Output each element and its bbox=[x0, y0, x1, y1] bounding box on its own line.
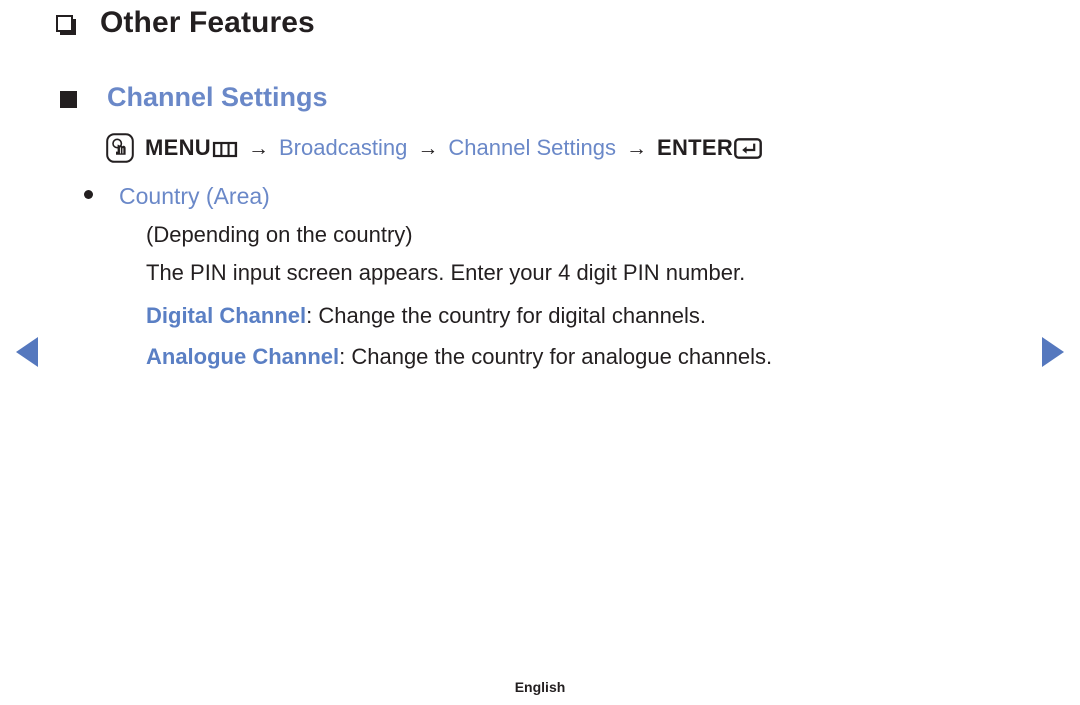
bullet-item-country-area: Country (Area) bbox=[84, 185, 270, 208]
analogue-channel-description: : Change the country for analogue channe… bbox=[339, 344, 773, 369]
path-separator-2: → bbox=[417, 136, 439, 160]
section-title-row: Channel Settings bbox=[60, 84, 328, 111]
next-page-arrow-icon[interactable] bbox=[1042, 337, 1064, 367]
digital-channel-line: Digital Channel: Change the country for … bbox=[146, 305, 706, 327]
path-separator-3: → bbox=[625, 136, 647, 160]
page-title-row: Other Features bbox=[56, 8, 315, 38]
outline-square-bullet-icon bbox=[56, 15, 76, 35]
analogue-channel-term: Analogue Channel bbox=[146, 344, 340, 369]
round-bullet-icon bbox=[84, 190, 93, 199]
emanual-page: Other Features Channel Settings MENU → B… bbox=[0, 0, 1080, 705]
bullet-item-label: Country (Area) bbox=[119, 183, 270, 209]
page-title: Other Features bbox=[100, 6, 315, 39]
enter-return-icon bbox=[734, 137, 762, 159]
pin-instruction-line: The PIN input screen appears. Enter your… bbox=[146, 260, 746, 285]
path-step-broadcasting: Broadcasting bbox=[278, 135, 408, 160]
menu-label: MENU bbox=[145, 135, 211, 160]
note-depending-country: (Depending on the country) bbox=[146, 222, 413, 247]
enter-label: ENTER bbox=[656, 135, 734, 160]
menu-panes-icon bbox=[212, 140, 238, 157]
analogue-channel-line: Analogue Channel: Change the country for… bbox=[146, 346, 772, 368]
footer-language-label: English bbox=[514, 679, 566, 695]
remote-menu-key-icon bbox=[106, 133, 134, 163]
section-title: Channel Settings bbox=[107, 82, 328, 112]
solid-square-bullet-icon bbox=[60, 90, 77, 108]
digital-channel-term: Digital Channel bbox=[146, 303, 307, 328]
path-step-channel-settings: Channel Settings bbox=[448, 135, 616, 160]
previous-page-arrow-icon[interactable] bbox=[16, 337, 38, 367]
digital-channel-description: : Change the country for digital channel… bbox=[306, 303, 707, 328]
path-separator-1: → bbox=[247, 136, 269, 160]
menu-path-breadcrumb: MENU → Broadcasting → Channel Settings →… bbox=[106, 133, 762, 163]
